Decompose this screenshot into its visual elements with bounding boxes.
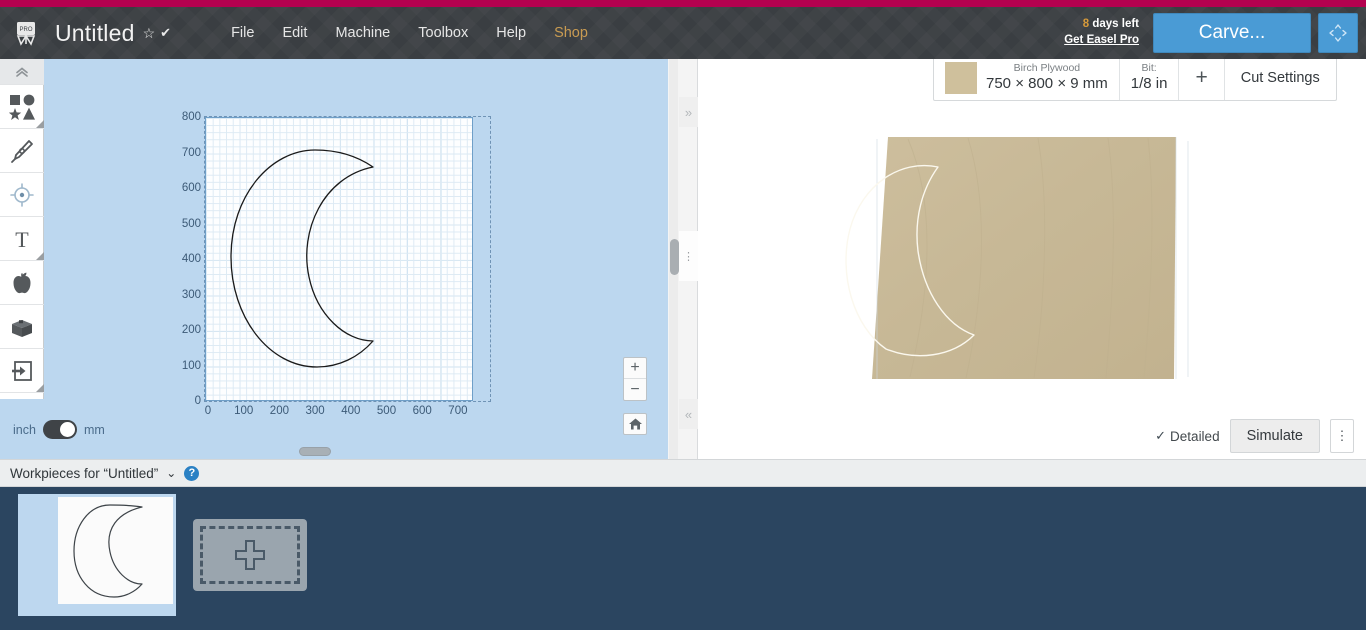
units-mm-label: mm bbox=[83, 422, 105, 437]
units-toggle-track[interactable] bbox=[42, 420, 77, 439]
trial-days-label: days left bbox=[1089, 18, 1139, 31]
import-flyout-indicator bbox=[36, 384, 44, 392]
x-tick-0: 0 bbox=[204, 405, 212, 417]
get-easel-pro-link[interactable]: Get Easel Pro bbox=[1064, 33, 1139, 49]
x-tick-300: 300 bbox=[305, 405, 325, 417]
more-vertical-icon[interactable]: ⋮ bbox=[1330, 419, 1354, 453]
draw-tool[interactable] bbox=[0, 129, 44, 173]
chevron-double-right-icon[interactable]: » bbox=[679, 97, 698, 127]
plus-icon bbox=[235, 540, 265, 570]
import-tool[interactable] bbox=[0, 349, 44, 393]
text-tool[interactable]: T bbox=[0, 217, 44, 261]
design-canvas[interactable]: 0 100 200 300 400 500 600 700 800 0 100 … bbox=[0, 59, 668, 459]
preview-pane[interactable]: Birch Plywood 750 × 800 × 9 mm Bit: 1/8 … bbox=[698, 59, 1366, 459]
x-tick-600: 600 bbox=[412, 405, 432, 417]
help-circle-icon[interactable]: ? bbox=[184, 465, 200, 481]
horizontal-drag-handle[interactable] bbox=[299, 447, 331, 456]
menu-toolbox[interactable]: Toolbox bbox=[404, 19, 482, 47]
check-icon: ✓ bbox=[1155, 428, 1167, 443]
canvas-scrollbar-thumb[interactable] bbox=[670, 239, 679, 275]
zoom-out-button[interactable]: − bbox=[624, 379, 646, 400]
main-menu: File Edit Machine Toolbox Help Shop bbox=[217, 19, 602, 47]
box-tool[interactable] bbox=[0, 305, 44, 349]
simulate-button[interactable]: Simulate bbox=[1229, 419, 1320, 453]
y-tick-500: 500 bbox=[181, 217, 201, 230]
crescent-moon-shape[interactable] bbox=[205, 117, 473, 401]
y-tick-700: 700 bbox=[181, 146, 201, 159]
y-tick-300: 300 bbox=[181, 288, 201, 301]
app-header: PRO Untitled ☆ ✔ File Edit Machine Toolb… bbox=[0, 7, 1366, 59]
zoom-in-button[interactable]: + bbox=[624, 358, 646, 379]
x-tick-700: 700 bbox=[448, 405, 468, 417]
app-tool[interactable] bbox=[0, 261, 44, 305]
vertical-grip-icon[interactable]: ⋮ bbox=[679, 231, 698, 281]
menu-file[interactable]: File bbox=[217, 19, 268, 47]
shapes-flyout-indicator bbox=[36, 120, 44, 128]
trial-status: 8 days left Get Easel Pro bbox=[1064, 17, 1139, 48]
y-tick-100: 100 bbox=[181, 359, 201, 372]
menu-help[interactable]: Help bbox=[482, 19, 540, 47]
units-toggle-knob bbox=[59, 422, 75, 437]
x-tick-500: 500 bbox=[376, 405, 397, 417]
pane-splitter: » ⋮ « bbox=[668, 59, 698, 459]
menu-shop[interactable]: Shop bbox=[540, 19, 602, 47]
y-tick-600: 600 bbox=[181, 182, 201, 194]
x-tick-100: 100 bbox=[234, 405, 254, 417]
3d-board-preview[interactable] bbox=[698, 59, 1366, 459]
carve-button[interactable]: Carve... bbox=[1153, 13, 1311, 53]
text-flyout-indicator bbox=[36, 252, 44, 260]
header-right-group: 8 days left Get Easel Pro Carve... bbox=[1064, 7, 1366, 59]
thumbnail-crescent-path bbox=[72, 503, 143, 598]
trial-days-text: 8 days left bbox=[1064, 17, 1139, 33]
easel-pro-logo-icon[interactable]: PRO bbox=[11, 18, 41, 48]
shapes-tool[interactable] bbox=[0, 85, 44, 129]
star-icon[interactable]: ☆ bbox=[143, 25, 156, 42]
menu-machine[interactable]: Machine bbox=[321, 19, 404, 47]
detailed-toggle[interactable]: ✓ Detailed bbox=[1155, 428, 1219, 444]
left-toolbar: T bbox=[0, 59, 44, 399]
y-tick-200: 200 bbox=[181, 324, 201, 336]
workpieces-strip bbox=[0, 487, 1366, 630]
text-t-icon-glyph: T bbox=[15, 227, 29, 252]
brand-accent-strip bbox=[0, 0, 1366, 7]
x-tick-200: 200 bbox=[269, 405, 289, 417]
units-toggle[interactable]: inch mm bbox=[13, 420, 105, 439]
detailed-label: Detailed bbox=[1170, 428, 1220, 444]
y-tick-400: 400 bbox=[181, 253, 201, 265]
canvas-plot: 0 100 200 300 400 500 600 700 800 0 100 … bbox=[182, 111, 491, 417]
zoom-controls: + − bbox=[623, 357, 647, 401]
preview-controls: ✓ Detailed Simulate ⋮ bbox=[1155, 419, 1354, 453]
chevron-double-down-icon[interactable]: ⌄ bbox=[166, 466, 176, 480]
logo-text: PRO bbox=[19, 27, 32, 33]
document-title[interactable]: Untitled bbox=[55, 20, 135, 47]
x-tick-400: 400 bbox=[341, 405, 361, 417]
collapse-toolbar-button[interactable] bbox=[0, 59, 44, 85]
y-tick-800: 800 bbox=[181, 111, 201, 123]
easel-app-window: PRO Untitled ☆ ✔ File Edit Machine Toolb… bbox=[0, 0, 1366, 630]
workpieces-header: Workpieces for “Untitled” ⌄ ? bbox=[0, 459, 1366, 487]
add-workpiece-button[interactable] bbox=[193, 519, 307, 591]
home-icon[interactable] bbox=[623, 413, 647, 435]
workpiece-thumbnail-crescent[interactable] bbox=[18, 494, 176, 616]
chevron-double-left-icon[interactable]: « bbox=[679, 399, 698, 429]
check-icon: ✔ bbox=[160, 25, 172, 40]
origin-tool[interactable] bbox=[0, 173, 44, 217]
canvas-scrollbar-track[interactable] bbox=[669, 59, 679, 459]
move-arrows-icon[interactable] bbox=[1318, 13, 1358, 53]
menu-edit[interactable]: Edit bbox=[268, 19, 321, 47]
workpieces-title: Workpieces for “Untitled” bbox=[10, 465, 159, 481]
units-inch-label: inch bbox=[13, 422, 36, 437]
